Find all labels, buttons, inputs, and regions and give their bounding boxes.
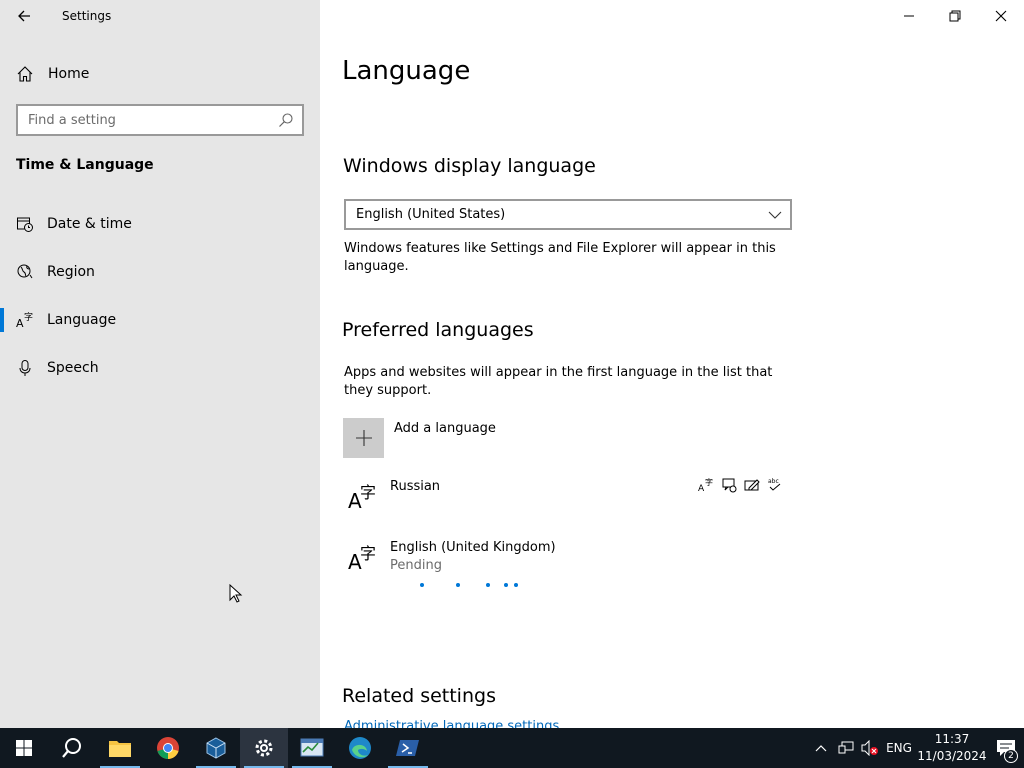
edge-icon: [349, 737, 371, 759]
preferred-languages-description: Apps and websites will appear in the fir…: [344, 365, 773, 398]
minimize-button[interactable]: [886, 0, 932, 32]
taskbar-powershell[interactable]: [384, 728, 432, 768]
clock-date: 11/03/2024: [917, 749, 987, 763]
display-language-description: Windows features like Settings and File …: [344, 241, 776, 274]
page-title: Language: [342, 56, 471, 86]
globe-icon: [16, 263, 34, 281]
task-manager-icon: [300, 738, 324, 757]
minimize-icon: [904, 15, 914, 17]
svg-text:A: A: [698, 484, 705, 493]
svg-text:abc: abc: [768, 478, 779, 485]
sidebar: Settings Home Time & Language Date & tim…: [0, 0, 320, 728]
powershell-icon: [396, 740, 419, 756]
taskbar-settings[interactable]: [240, 728, 288, 768]
language-feature-icons: A字 abc: [698, 477, 783, 493]
input-language-indicator[interactable]: ENG: [882, 728, 916, 768]
taskbar-virtualbox[interactable]: [192, 728, 240, 768]
section-heading: Time & Language: [16, 157, 154, 173]
progress-dot: [514, 583, 518, 587]
related-settings-heading: Related settings: [342, 685, 496, 707]
back-arrow-icon[interactable]: [14, 6, 34, 26]
sidebar-item-language[interactable]: A字 Language: [0, 296, 320, 344]
restore-button[interactable]: [932, 0, 978, 32]
start-icon: [16, 740, 32, 756]
taskbar-task-manager[interactable]: [288, 728, 336, 768]
system-tray: ENG 11:37 11/03/2024 2: [808, 728, 1024, 768]
language-status: Pending: [390, 558, 442, 573]
home-icon: [16, 65, 34, 83]
network-button[interactable]: [834, 728, 858, 768]
svg-text:字: 字: [24, 311, 33, 323]
search-input[interactable]: [28, 112, 268, 128]
sidebar-item-label: Language: [47, 312, 117, 328]
search-icon: [62, 738, 81, 758]
network-icon: [838, 741, 854, 754]
language-item-english-uk[interactable]: A字 English (United Kingdom) Pending: [346, 540, 556, 574]
calendar-clock-icon: [16, 215, 34, 233]
chrome-icon: [157, 737, 179, 759]
restore-icon: [949, 10, 961, 22]
taskbar: ENG 11:37 11/03/2024 2: [0, 728, 1024, 768]
add-language-button[interactable]: Add a language: [343, 418, 496, 458]
action-center-button[interactable]: 2: [988, 728, 1024, 768]
search-icon[interactable]: [278, 112, 294, 128]
taskbar-search-button[interactable]: [48, 728, 96, 768]
taskbar-edge[interactable]: [336, 728, 384, 768]
spellcheck-icon: abc: [767, 477, 783, 493]
language-glyph-icon: A字: [348, 483, 377, 513]
plus-icon: [343, 418, 384, 458]
chevron-down-icon: [768, 208, 782, 222]
svg-text:A: A: [16, 317, 24, 329]
sidebar-item-label: Speech: [47, 360, 99, 376]
display-language-icon: A字: [698, 477, 714, 493]
sidebar-item-region[interactable]: Region: [0, 248, 320, 296]
nav-list: Date & time Region A字 Language Speech: [0, 200, 320, 392]
file-explorer-icon: [109, 741, 131, 757]
close-icon: [995, 10, 1007, 22]
language-icon: A字: [16, 311, 34, 329]
home-label: Home: [48, 66, 90, 82]
clock[interactable]: 11:37 11/03/2024: [916, 728, 988, 768]
volume-button[interactable]: [858, 728, 882, 768]
chevron-up-icon: [815, 745, 827, 752]
speech-icon: [721, 477, 737, 493]
microphone-icon: [16, 359, 34, 377]
settings-icon: [255, 739, 273, 757]
sidebar-item-label: Region: [47, 264, 95, 280]
taskbar-file-explorer[interactable]: [96, 728, 144, 768]
progress-dot: [486, 583, 490, 587]
display-language-heading: Windows display language: [343, 155, 596, 177]
preferred-languages-heading: Preferred languages: [342, 319, 534, 341]
sidebar-item-speech[interactable]: Speech: [0, 344, 320, 392]
progress-dot: [504, 583, 508, 587]
progress-dot: [420, 583, 424, 587]
show-hidden-icons-button[interactable]: [808, 728, 834, 768]
sidebar-item-label: Date & time: [47, 216, 132, 232]
mouse-cursor-icon: [229, 583, 243, 604]
search-box[interactable]: [16, 104, 304, 136]
display-language-value: English (United States): [356, 207, 506, 222]
language-name: English (United Kingdom): [390, 540, 556, 555]
handwriting-icon: [744, 477, 760, 493]
start-button[interactable]: [0, 728, 48, 768]
display-language-select[interactable]: English (United States): [344, 199, 792, 230]
svg-text:字: 字: [705, 477, 713, 487]
home-nav-item[interactable]: Home: [16, 62, 306, 86]
window-title: Settings: [62, 9, 112, 23]
taskbar-chrome[interactable]: [144, 728, 192, 768]
language-name: Russian: [390, 479, 441, 494]
progress-indicator: [418, 583, 528, 589]
volume-muted-icon: [861, 740, 878, 756]
administrative-language-settings-link[interactable]: Administrative language settings: [344, 718, 559, 728]
language-glyph-icon: A字: [348, 544, 377, 574]
progress-dot: [456, 583, 460, 587]
notification-count-badge: 2: [1004, 749, 1018, 763]
virtualbox-icon: [206, 737, 226, 759]
add-language-label: Add a language: [394, 421, 496, 436]
close-button[interactable]: [978, 0, 1024, 32]
sidebar-item-date-time[interactable]: Date & time: [0, 200, 320, 248]
clock-time: 11:37: [934, 732, 970, 746]
language-item-russian[interactable]: A字 Russian: [346, 479, 441, 513]
